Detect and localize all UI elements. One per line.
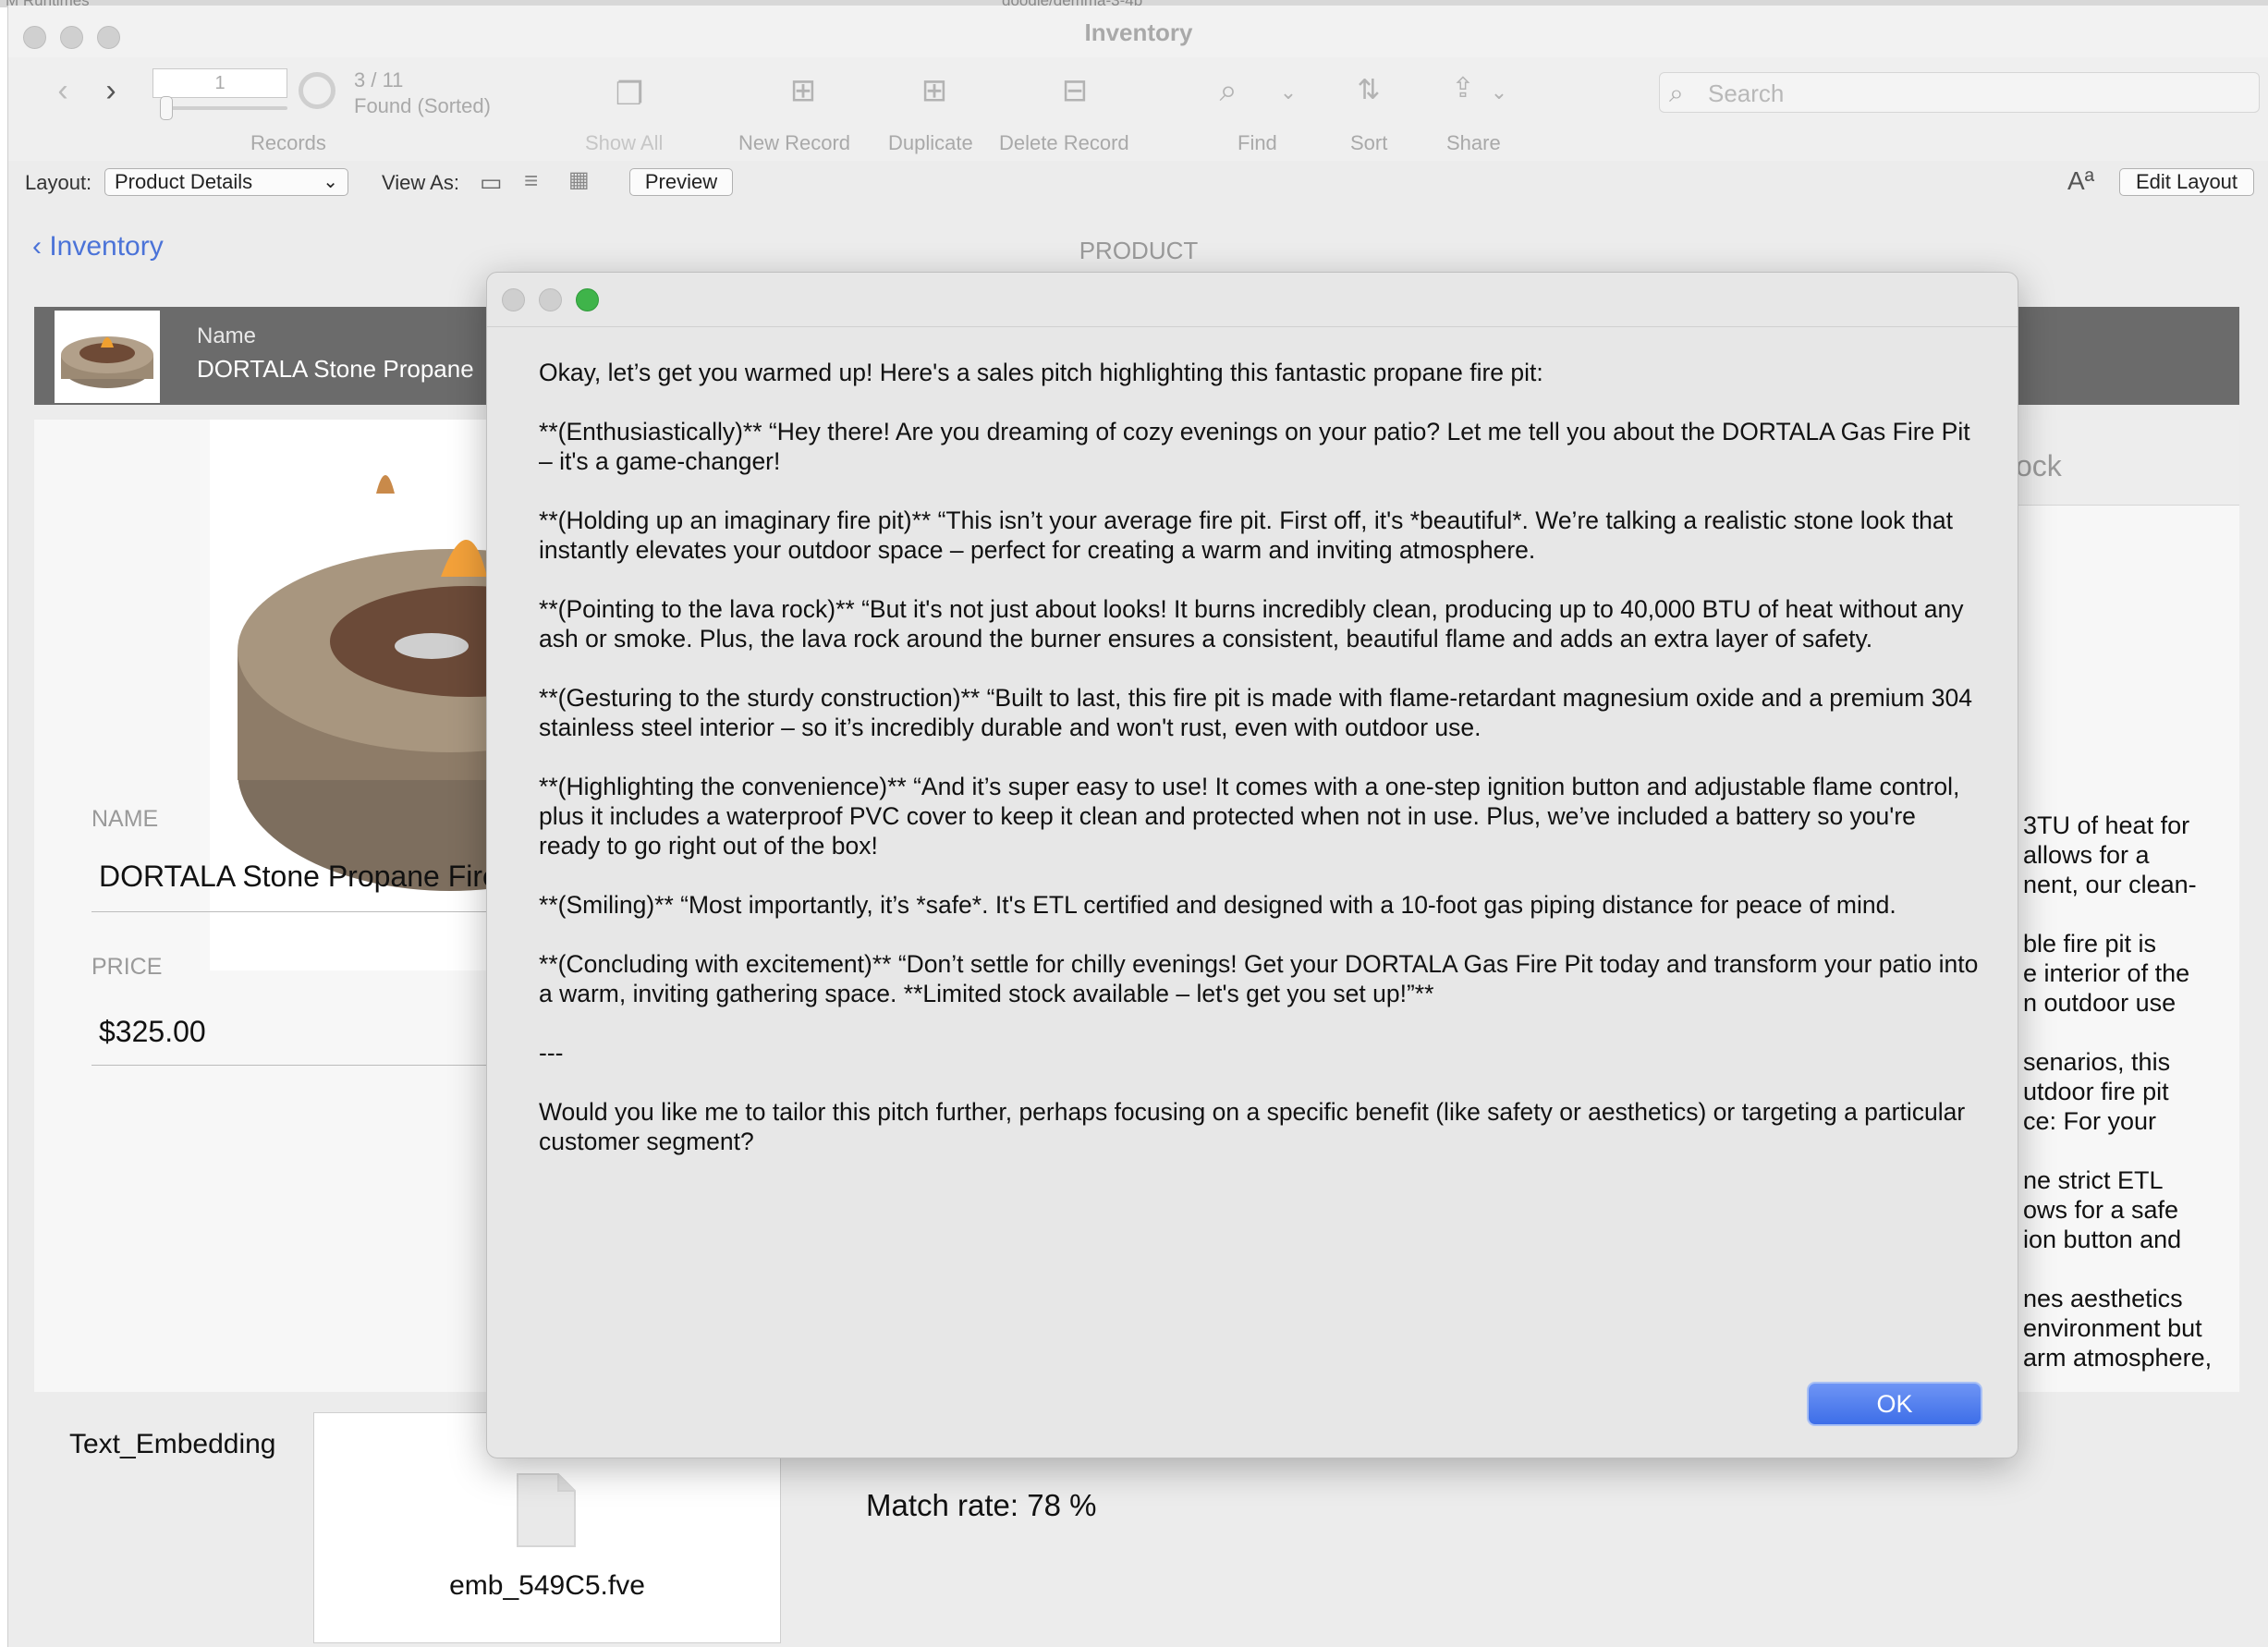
records-label: Records	[250, 131, 326, 154]
dialog-zoom-button[interactable]	[576, 288, 599, 311]
show-all-icon[interactable]: ❐	[611, 76, 648, 113]
table-view-icon[interactable]: ▦	[568, 166, 590, 193]
description-line: nes aesthetics	[2023, 1285, 2183, 1312]
description-line: environment but	[2023, 1314, 2202, 1342]
share-dropdown-icon[interactable]: ⌄	[1485, 74, 1513, 111]
record-slider-knob[interactable]	[160, 96, 173, 120]
search-icon: ⌕	[1669, 79, 1684, 107]
name-label: NAME	[91, 806, 159, 832]
show-all-button[interactable]: Show All	[585, 131, 663, 155]
previous-record-icon[interactable]: ‹	[49, 72, 77, 109]
dialog-paragraph: **(Concluding with excitement)** “Don’t …	[539, 950, 1979, 1007]
layout-label: Layout:	[25, 171, 92, 194]
description-line: e interior of the	[2023, 959, 2190, 987]
next-record-icon[interactable]: ›	[97, 72, 125, 109]
view-as-label: View As:	[382, 171, 459, 194]
title-bar[interactable]: Inventory	[8, 6, 2268, 59]
product-details-panel: NAME DORTALA Stone Propane Fire PRICE $3…	[34, 420, 572, 1392]
file-icon	[517, 1473, 576, 1547]
layout-select-value: Product Details	[115, 170, 253, 193]
dialog-paragraph: **(Pointing to the lava rock)** “But it'…	[539, 595, 1964, 653]
duplicate-button[interactable]: Duplicate	[888, 131, 973, 155]
dialog-paragraph: ---	[539, 1039, 564, 1067]
description-line: ion button and	[2023, 1226, 2182, 1253]
find-button[interactable]: Find	[1238, 131, 1277, 155]
description-line: ne strict ETL	[2023, 1166, 2164, 1194]
price-label: PRICE	[91, 954, 163, 980]
form-view-icon[interactable]: ▭	[480, 168, 503, 197]
delete-record-button[interactable]: Delete Record	[999, 131, 1129, 155]
new-record-button[interactable]: New Record	[738, 131, 850, 155]
list-view-icon[interactable]: ≡	[524, 166, 538, 195]
description-line: n outdoor use	[2023, 989, 2177, 1017]
stock-tab-title[interactable]: ock	[2016, 449, 2062, 483]
search-placeholder: Search	[1708, 79, 1785, 107]
ok-button[interactable]: OK	[1807, 1382, 1982, 1426]
found-set-pie-icon	[299, 72, 335, 109]
dialog-paragraph: Okay, let’s get you warmed up! Here's a …	[539, 359, 1543, 386]
sales-pitch-dialog: Okay, let’s get you warmed up! Here's a …	[486, 272, 2018, 1458]
embedding-file-name: emb_549C5.fve	[449, 1570, 645, 1601]
description-line: senarios, this	[2023, 1048, 2171, 1076]
dialog-paragraph: Would you like me to tailor this pitch f…	[539, 1098, 1966, 1155]
description-line: utdoor fire pit	[2023, 1078, 2169, 1105]
share-button[interactable]: Share	[1446, 131, 1501, 155]
description-line: ce: For your	[2023, 1107, 2157, 1135]
description-line: nent, our clean-	[2023, 871, 2197, 898]
price-field[interactable]: $325.00	[99, 1015, 206, 1049]
text-size-icon[interactable]: Aª	[2067, 166, 2094, 196]
match-rate: Match rate: 78 %	[866, 1488, 1097, 1522]
section-title: PRODUCT	[1079, 237, 1199, 264]
sort-icon[interactable]: ⇅	[1350, 72, 1387, 109]
found-status: Found (Sorted)	[354, 94, 491, 117]
dialog-paragraph: **(Smiling)** “Most importantly, it’s *s…	[539, 891, 1896, 919]
edit-layout-button[interactable]: Edit Layout	[2119, 168, 2254, 196]
dialog-title-bar[interactable]	[487, 273, 2018, 327]
record-slider[interactable]	[162, 106, 287, 110]
description-line: arm atmosphere,	[2023, 1344, 2213, 1372]
find-dropdown-icon[interactable]: ⌄	[1274, 74, 1302, 111]
chevron-down-icon: ⌄	[323, 172, 338, 192]
share-icon[interactable]: ⇪	[1445, 70, 1482, 107]
duplicate-icon[interactable]: ⊞	[916, 72, 953, 109]
product-thumbnail[interactable]	[55, 311, 160, 403]
delete-record-icon[interactable]: ⊟	[1056, 72, 1093, 109]
description-line: allows for a	[2023, 841, 2150, 869]
description-line: ble fire pit is	[2023, 930, 2157, 958]
new-record-icon[interactable]: ⊞	[785, 72, 822, 109]
toolbar: ‹ › 1 3 / 11 Found (Sorted) Records ❐ Sh…	[8, 57, 2268, 162]
preview-button[interactable]: Preview	[629, 168, 733, 196]
description-line: 3TU of heat for	[2023, 811, 2190, 839]
description-line: ows for a safe	[2023, 1196, 2179, 1224]
text-embedding-label: Text_Embedding	[69, 1429, 276, 1459]
dialog-paragraph: **(Highlighting the convenience)** “And …	[539, 773, 1960, 860]
name-field[interactable]: DORTALA Stone Propane Fire	[99, 860, 499, 894]
header-name-label: Name	[197, 323, 257, 348]
layout-bar: Layout: Product Details ⌄ View As: ▭ ≡ ▦…	[8, 161, 2268, 204]
record-number-field[interactable]: 1	[152, 68, 287, 98]
header-name-value: DORTALA Stone Propane	[197, 355, 474, 383]
found-count: 3 / 11	[354, 68, 404, 92]
dialog-paragraph: **(Holding up an imaginary fire pit)** “…	[539, 506, 1953, 564]
dialog-message: Okay, let’s get you warmed up! Here's a …	[539, 358, 1981, 1186]
dialog-close-button[interactable]	[502, 288, 525, 311]
window-title: Inventory	[1084, 18, 1193, 46]
layout-select[interactable]: Product Details ⌄	[104, 168, 348, 196]
dialog-paragraph: **(Enthusiastically)** “Hey there! Are y…	[539, 418, 1970, 475]
sort-button[interactable]: Sort	[1350, 131, 1387, 155]
find-icon[interactable]: ⌕	[1210, 72, 1247, 109]
dialog-minimize-button[interactable]	[539, 288, 562, 311]
search-field[interactable]: ⌕ Search	[1659, 72, 2260, 113]
dialog-paragraph: **(Gesturing to the sturdy construction)…	[539, 684, 1972, 741]
